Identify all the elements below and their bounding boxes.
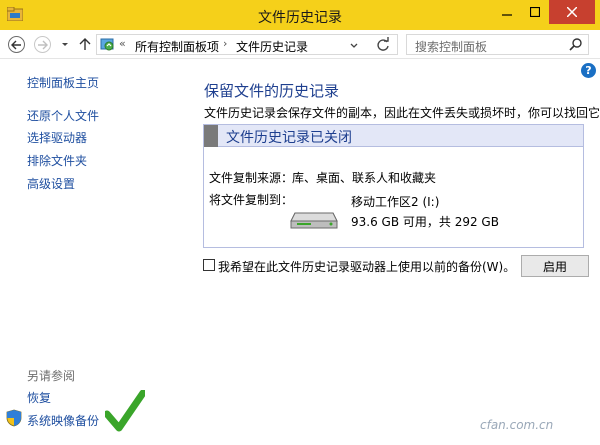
back-arrow-icon [11, 40, 21, 49]
close-button[interactable] [549, 0, 595, 24]
refresh-icon[interactable] [375, 37, 391, 53]
search-placeholder: 搜索控制面板 [415, 40, 488, 54]
back-button[interactable] [8, 36, 25, 53]
sidebar-item-exclude-folders[interactable]: 排除文件夹 [27, 152, 87, 169]
search-input[interactable]: 搜索控制面板 [406, 34, 589, 55]
shield-icon [6, 409, 22, 427]
up-arrow-icon[interactable] [78, 37, 92, 51]
recent-locations-chevron-icon[interactable] [60, 37, 70, 51]
status-header: 文件历史记录已关闭 [204, 125, 583, 147]
status-indicator [204, 125, 218, 147]
status-panel: 文件历史记录已关闭 文件复制来源： 库、桌面、联系人和收藏夹 将文件复制到： 移… [203, 124, 584, 248]
breadcrumb-separator[interactable]: › [223, 37, 227, 50]
status-title: 文件历史记录已关闭 [226, 130, 352, 146]
page-title: 保留文件的历史记录 [204, 82, 340, 100]
watermark: cfan.com.cn [480, 418, 554, 432]
title-bar: 文件历史记录 [0, 0, 600, 30]
drive-icon [290, 212, 338, 229]
use-previous-backup-label[interactable]: 我希望在此文件历史记录驱动器上使用以前的备份(W)。 [218, 258, 515, 275]
minimize-icon [502, 14, 512, 16]
checkmark-icon [105, 390, 145, 432]
forward-button[interactable] [34, 36, 51, 53]
maximize-button[interactable] [521, 0, 549, 24]
search-icon[interactable] [568, 37, 583, 52]
navigation-bar: « 所有控制面板项 › 文件历史记录 搜索控制面板 [0, 30, 600, 59]
sidebar-link-system-image-backup[interactable]: 系统映像备份 [27, 412, 99, 429]
source-value: 库、桌面、联系人和收藏夹 [292, 171, 437, 185]
close-icon [567, 7, 577, 17]
breadcrumb-overflow[interactable]: « [119, 37, 126, 50]
use-previous-backup-checkbox[interactable] [203, 259, 215, 271]
breadcrumb-file-history[interactable]: 文件历史记录 [236, 38, 308, 55]
control-panel-icon [100, 38, 114, 51]
maximize-icon [530, 7, 540, 17]
drive-space: 93.6 GB 可用，共 292 GB [351, 215, 499, 229]
sidebar-item-restore-personal-files[interactable]: 还原个人文件 [27, 107, 99, 124]
drive-name: 移动工作区2 (I:) [351, 195, 440, 209]
page-description: 文件历史记录会保存文件的副本，因此在文件丢失或损坏时，你可以找回它们。 [204, 106, 600, 120]
address-dropdown-chevron-icon[interactable] [347, 38, 361, 52]
see-also-heading: 另请参阅 [27, 369, 76, 383]
breadcrumb-all-control-panel-items[interactable]: 所有控制面板项 [135, 38, 219, 55]
destination-label: 将文件复制到： [209, 193, 294, 207]
source-label: 文件复制来源： [209, 171, 294, 185]
sidebar-control-panel-home[interactable]: 控制面板主页 [27, 74, 99, 91]
minimize-button[interactable] [493, 0, 521, 24]
enable-button[interactable]: 启用 [521, 255, 589, 277]
sidebar-link-recovery[interactable]: 恢复 [27, 389, 51, 406]
address-bar[interactable]: « 所有控制面板项 › 文件历史记录 [96, 34, 398, 55]
sidebar-item-select-drive[interactable]: 选择驱动器 [27, 129, 87, 146]
help-icon[interactable]: ? [581, 63, 596, 78]
forward-arrow-icon [38, 40, 48, 49]
sidebar-item-advanced-settings[interactable]: 高级设置 [27, 175, 75, 192]
